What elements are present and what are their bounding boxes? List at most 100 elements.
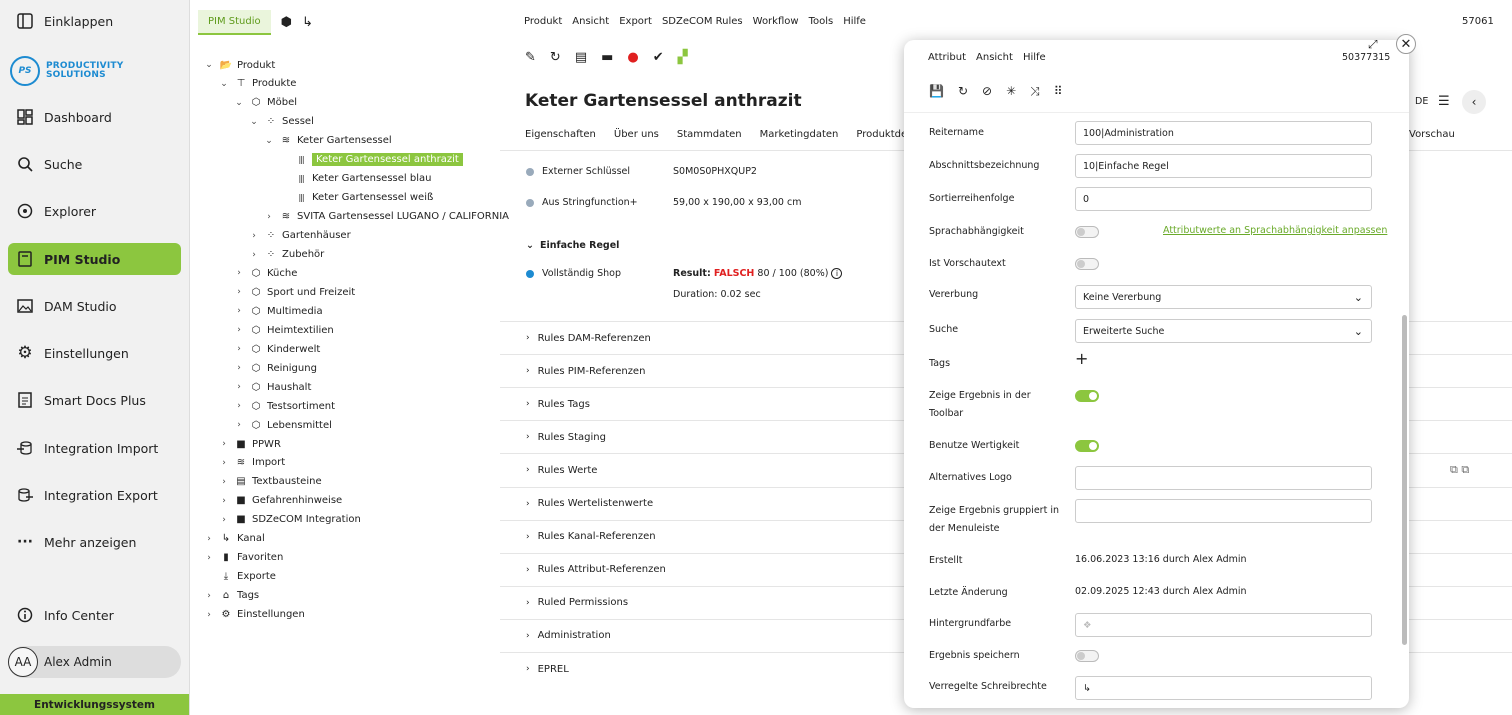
chevron-right-icon[interactable]: › — [233, 344, 245, 354]
file-icon[interactable]: ▤ — [575, 50, 587, 65]
collapse-button[interactable]: Einklappen — [8, 5, 181, 37]
nav-mehr-anzeigen[interactable]: ··· Mehr anzeigen — [8, 526, 181, 558]
grid-icon[interactable]: ⠿ — [1054, 84, 1063, 99]
menu-ansicht[interactable]: Ansicht — [572, 16, 609, 27]
gruppiert-field[interactable] — [1075, 499, 1372, 523]
check-red-icon[interactable]: ● — [627, 50, 638, 65]
tree-node[interactable]: › ⬡ Küche — [233, 264, 297, 282]
tree-node[interactable]: › ⁘ Zubehör — [248, 246, 324, 264]
menu-export[interactable]: Export — [619, 16, 652, 27]
tree-node[interactable]: › ⬡ Lebensmittel — [233, 416, 332, 434]
chevron-down-icon[interactable]: ⌄ — [263, 136, 275, 146]
chevron-right-icon[interactable]: › — [233, 382, 245, 392]
chevron-right-icon[interactable]: › — [233, 363, 245, 373]
chevron-right-icon[interactable]: › — [233, 287, 245, 297]
sprach-link[interactable]: Attributwerte an Sprachabhängigkeit anpa… — [1163, 225, 1387, 236]
abschnitt-field[interactable]: 10|Einfache Regel — [1075, 154, 1372, 178]
tree-node[interactable]: ⌄ ⊤ Produkte — [218, 75, 296, 93]
chevron-right-icon[interactable]: › — [203, 534, 215, 544]
tab-pim-studio[interactable]: PIM Studio — [198, 10, 271, 35]
info-icon[interactable]: i — [831, 268, 843, 279]
chevron-right-icon[interactable]: › — [233, 325, 245, 335]
expand-icon[interactable]: ⤢ — [1368, 40, 1378, 52]
tree-node[interactable]: › ▤ Textbausteine — [218, 473, 321, 491]
chevron-right-icon[interactable]: › — [248, 231, 260, 241]
menu-workflow[interactable]: Workflow — [753, 16, 799, 27]
copy-icon[interactable]: ⧉ ⧉ — [1450, 463, 1469, 477]
color-field[interactable]: ❖ — [1075, 613, 1372, 637]
sort-field[interactable]: 0 — [1075, 187, 1372, 211]
tree-node[interactable]: ||| Keter Gartensessel anthrazit — [278, 151, 463, 169]
chevron-right-icon[interactable]: › — [203, 591, 215, 601]
reitername-field[interactable]: 100|Administration — [1075, 121, 1372, 145]
rule-group-header[interactable]: ⌄ Einfache Regel — [526, 240, 619, 251]
suche-select[interactable]: Erweiterte Suche ⌄ — [1075, 319, 1372, 343]
tree-node[interactable]: › ⚙ Einstellungen — [203, 606, 305, 624]
speichern-toggle[interactable] — [1075, 650, 1099, 662]
nav-integration-import[interactable]: Integration Import — [8, 432, 181, 464]
cube-icon[interactable]: ⬢ — [281, 15, 292, 30]
chevron-right-icon[interactable]: › — [218, 477, 230, 487]
refresh-icon[interactable]: ↻ — [550, 50, 561, 65]
clear-icon[interactable]: ⊘ — [982, 84, 992, 99]
tree-node[interactable]: ⌄ 📂 Produkt — [203, 56, 275, 74]
chevron-right-icon[interactable]: › — [233, 268, 245, 278]
tree-node[interactable]: › ⬡ Sport und Freizeit — [233, 283, 355, 301]
tree-node[interactable]: ⌄ ≋ Keter Gartensessel — [263, 132, 391, 150]
tree-node[interactable]: ⤓ Exporte — [203, 568, 276, 586]
nav-dashboard[interactable]: Dashboard — [8, 101, 181, 133]
tab-ueber-uns[interactable]: Über uns — [614, 129, 659, 140]
tab-stammdaten[interactable]: Stammdaten — [677, 129, 742, 140]
nav-integration-export[interactable]: Integration Export — [8, 479, 181, 511]
chevron-right-icon[interactable]: › — [203, 610, 215, 620]
shuffle-icon[interactable]: ⤨ — [1030, 84, 1040, 99]
tree-node[interactable]: › ⬡ Haushalt — [233, 378, 311, 396]
menu-hilfe[interactable]: Hilfe — [843, 16, 866, 27]
tree-node[interactable]: › ⬡ Reinigung — [233, 359, 317, 377]
tree-node[interactable]: › ■ Gefahrenhinweise — [218, 492, 342, 510]
menu-sdzecom-rules[interactable]: SDZeCOM Rules — [662, 16, 743, 27]
wertigkeit-toggle[interactable] — [1075, 440, 1099, 452]
chevron-left-icon[interactable]: ‹ — [1462, 90, 1486, 114]
nav-smart-docs[interactable]: Smart Docs Plus — [8, 384, 181, 416]
nav-einstellungen[interactable]: ⚙ Einstellungen — [8, 337, 181, 369]
tree-node[interactable]: › ⬡ Testsortiment — [233, 397, 335, 415]
plus-icon[interactable]: + — [1075, 349, 1088, 368]
chevron-right-icon[interactable]: › — [233, 420, 245, 430]
refresh-icon[interactable]: ↻ — [958, 84, 968, 99]
share-icon[interactable]: ↳ — [302, 15, 313, 30]
edit-icon[interactable]: ✎ — [525, 50, 536, 65]
tree-node[interactable]: ||| Keter Gartensessel blau — [278, 170, 431, 188]
menu-ansicht[interactable]: Ansicht — [976, 52, 1013, 63]
tree-node[interactable]: ||| Keter Gartensessel weiß — [278, 189, 433, 207]
chevron-right-icon[interactable]: › — [218, 458, 230, 468]
nav-explorer[interactable]: Explorer — [8, 195, 181, 227]
tree-node[interactable]: › ⬡ Heimtextilien — [233, 321, 334, 339]
tree-node[interactable]: › ■ SDZeCOM Integration — [218, 511, 361, 529]
tree-node[interactable]: › ≋ Import — [218, 454, 285, 472]
chevron-right-icon[interactable]: › — [218, 515, 230, 525]
chevron-right-icon[interactable]: › — [263, 212, 275, 222]
chevron-right-icon[interactable]: › — [218, 439, 230, 449]
schreib-field[interactable]: ↳ — [1075, 676, 1372, 700]
nav-suche[interactable]: Suche — [8, 148, 181, 180]
chevron-down-icon[interactable]: ⌄ — [233, 98, 245, 108]
workflow-icon[interactable]: ▞ — [678, 50, 688, 65]
tree-node[interactable]: › ⁘ Gartenhäuser — [248, 227, 351, 245]
tree-node[interactable]: › ≋ SVITA Gartensessel LUGANO / CALIFORNIA — [263, 208, 509, 226]
nav-info-center[interactable]: Info Center — [8, 599, 181, 631]
check-icon[interactable]: ✔ — [653, 50, 664, 65]
tree-node[interactable]: › ⌂ Tags — [203, 587, 259, 605]
tree-node[interactable]: › ▮ Favoriten — [203, 549, 283, 567]
menu-produkt[interactable]: Produkt — [524, 16, 562, 27]
tab-marketingdaten[interactable]: Marketingdaten — [760, 129, 839, 140]
briefcase-icon[interactable]: ▬ — [601, 50, 613, 65]
tree-node[interactable]: ⌄ ⬡ Möbel — [233, 94, 297, 112]
tree-node[interactable]: › ↳ Kanal — [203, 530, 265, 548]
tree-node[interactable]: ⌄ ⁘ Sessel — [248, 113, 314, 131]
menu-hilfe[interactable]: Hilfe — [1023, 52, 1046, 63]
menu-tools[interactable]: Tools — [809, 16, 834, 27]
sprach-toggle[interactable] — [1075, 226, 1099, 238]
chevron-right-icon[interactable]: › — [233, 306, 245, 316]
menu-attribut[interactable]: Attribut — [928, 52, 966, 63]
